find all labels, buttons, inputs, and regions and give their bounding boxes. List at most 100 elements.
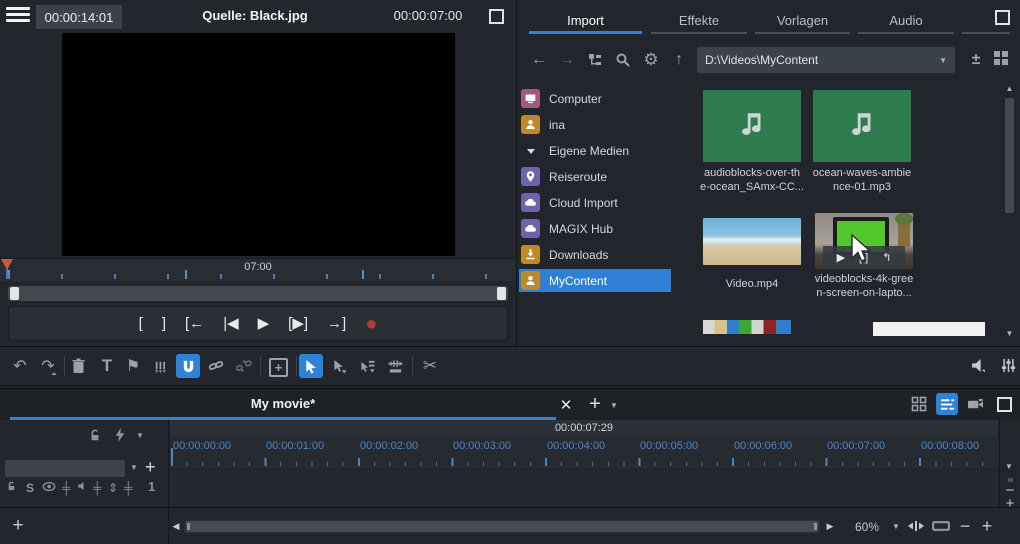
import-export-icon[interactable]: ± — [965, 48, 987, 72]
zoom-level-caret-icon[interactable]: ▼ — [892, 522, 900, 531]
view-grid-icon[interactable] — [993, 50, 1009, 66]
object-stretch-icon[interactable] — [383, 354, 407, 378]
sidebar-item-computer[interactable]: Computer — [519, 87, 671, 110]
timeline-hscrollbar[interactable] — [184, 520, 820, 533]
delete-trash-icon[interactable] — [66, 354, 90, 378]
forward-icon[interactable]: → — [553, 48, 581, 72]
track-pan-fader-icon[interactable]: ╪ — [93, 481, 102, 495]
previous-frame-button[interactable]: |◀ — [223, 316, 238, 331]
undo-icon[interactable]: ↶ — [8, 354, 32, 378]
menu-icon[interactable] — [6, 7, 30, 26]
sidebar-item-magix-hub[interactable]: MAGIX Hub — [519, 217, 671, 240]
play-range-button[interactable]: [▶] — [288, 316, 308, 331]
track-mute-speaker-icon[interactable] — [76, 480, 88, 492]
record-button[interactable]: ● — [365, 314, 377, 334]
add-track-bottom-icon[interactable]: + — [8, 514, 28, 538]
storyboard-view-icon[interactable] — [908, 393, 930, 415]
settings-gear-icon[interactable]: ⚙ — [637, 48, 665, 72]
sidebar-group-eigene-medien[interactable]: Eigene Medien — [519, 139, 671, 162]
video-file-thumbnail[interactable] — [703, 218, 801, 265]
zoom-object-icon[interactable]: + — [269, 358, 288, 377]
set-in-point-button[interactable]: [ — [139, 316, 143, 331]
preview-scrubber[interactable]: 07:00 — [0, 258, 516, 281]
timeline-hscrollbar-thumb[interactable] — [186, 521, 818, 532]
maximize-timeline-icon[interactable] — [997, 397, 1012, 412]
movie-tab[interactable]: My movie* — [10, 389, 556, 420]
multicam-camera-icon[interactable] — [964, 393, 986, 415]
hscroll-left-handle[interactable] — [187, 523, 190, 530]
sidebar-item-ina[interactable]: ina — [519, 113, 671, 136]
track-name-caret-icon[interactable]: ▼ — [130, 463, 138, 472]
tab-import[interactable]: Import — [529, 6, 642, 34]
track-visibility-eye-icon[interactable] — [42, 480, 56, 493]
track-solo-icon[interactable]: S — [26, 481, 34, 495]
preview-play-icon[interactable]: ▶ — [837, 251, 845, 264]
maximize-panel-icon[interactable] — [995, 10, 1010, 25]
sidebar-item-cloud-import[interactable]: Cloud Import — [519, 191, 671, 214]
track-expand-icon[interactable]: ⇕ — [108, 481, 118, 495]
link-icon[interactable] — [204, 354, 228, 378]
track-lock-icon[interactable] — [6, 480, 17, 492]
movie-list-caret-icon[interactable]: ▼ — [610, 401, 618, 410]
path-dropdown[interactable]: D:\Videos\MyContent ▼ — [697, 47, 955, 73]
maximize-preview-icon[interactable] — [489, 9, 504, 24]
keyframe-lightning-icon[interactable] — [114, 428, 126, 442]
timeline-view-icon[interactable] — [936, 393, 958, 415]
timeline-ruler[interactable]: 00:00:00:00 00:00:01:00 00:00:02:00 00:0… — [170, 436, 998, 466]
close-movie-icon[interactable]: ✕ — [556, 395, 576, 415]
tree-view-icon[interactable] — [581, 48, 609, 72]
fit-selection-icon[interactable] — [932, 521, 950, 531]
split-scissors-icon[interactable]: ✂ — [418, 354, 442, 378]
track-name-input[interactable] — [5, 460, 125, 477]
mouse-mode-single-icon[interactable] — [328, 354, 352, 378]
current-timecode[interactable]: 00:00:14:01 — [36, 5, 122, 29]
preview-range-slider[interactable] — [8, 286, 508, 301]
partial-thumbnail-white[interactable] — [873, 322, 985, 336]
scroll-left-icon[interactable]: ◀ — [170, 520, 182, 533]
add-track-icon[interactable]: + — [145, 457, 156, 478]
jump-to-end-button[interactable]: →] — [327, 316, 346, 331]
partial-thumbnail-filmstrip[interactable] — [703, 320, 791, 334]
sidebar-item-mycontent[interactable]: MyContent — [519, 269, 671, 292]
sidebar-item-reiseroute[interactable]: Reiseroute — [519, 165, 671, 188]
tab-audio[interactable]: Audio — [858, 6, 954, 34]
media-scrollbar[interactable]: ▲ ▼ — [1003, 84, 1016, 340]
range-start-handle[interactable] — [10, 287, 19, 300]
scroll-right-icon[interactable]: ▶ — [824, 520, 836, 533]
set-out-point-button[interactable]: ] — [162, 316, 166, 331]
zoom-out-icon[interactable]: − — [956, 514, 974, 538]
track-volume-fader-icon[interactable]: ╪ — [62, 481, 71, 495]
play-button[interactable]: ▶ — [258, 316, 270, 331]
insert-arrow-icon[interactable]: ↰ — [882, 251, 891, 264]
scroll-down-icon[interactable]: ▼ — [1003, 329, 1016, 338]
back-icon[interactable]: ← — [525, 48, 553, 72]
fit-horizontal-icon[interactable] — [908, 519, 924, 533]
tab-vorlagen[interactable]: Vorlagen — [755, 6, 850, 34]
search-icon[interactable] — [609, 48, 637, 72]
lock-all-icon[interactable] — [88, 428, 102, 442]
mouse-mode-all-tracks-icon[interactable] — [356, 354, 380, 378]
tab-effekte[interactable]: Effekte — [651, 6, 747, 34]
speaker-icon[interactable] — [966, 353, 990, 377]
audio-file-thumbnail[interactable] — [703, 90, 801, 162]
track-scroll-down-icon[interactable]: ▼ — [1005, 462, 1013, 471]
mouse-mode-standard-icon[interactable] — [299, 354, 323, 378]
track-lane[interactable] — [170, 466, 998, 508]
zoom-in-icon[interactable]: + — [978, 514, 996, 538]
group-objects-icon[interactable] — [148, 354, 172, 378]
zoom-level-value[interactable]: 60% — [850, 519, 884, 534]
snap-magnet-icon[interactable] — [176, 354, 200, 378]
jump-to-start-button[interactable]: [← — [185, 316, 204, 331]
marker-flag-icon[interactable]: ⚑ — [121, 354, 145, 378]
track-options-caret-icon[interactable]: ▼ — [136, 431, 144, 440]
folder-up-icon[interactable]: ↑ — [665, 48, 693, 72]
track-curve-fader-icon[interactable]: ╪ — [124, 481, 133, 495]
range-end-handle[interactable] — [497, 287, 506, 300]
scroll-up-icon[interactable]: ▲ — [1003, 84, 1016, 93]
audio-file-thumbnail[interactable] — [813, 90, 911, 162]
unlink-icon[interactable] — [232, 354, 256, 378]
title-text-icon[interactable]: T — [95, 354, 119, 378]
media-scrollbar-thumb[interactable] — [1005, 98, 1014, 213]
sidebar-item-downloads[interactable]: Downloads — [519, 243, 671, 266]
hscroll-right-handle[interactable] — [814, 523, 817, 530]
